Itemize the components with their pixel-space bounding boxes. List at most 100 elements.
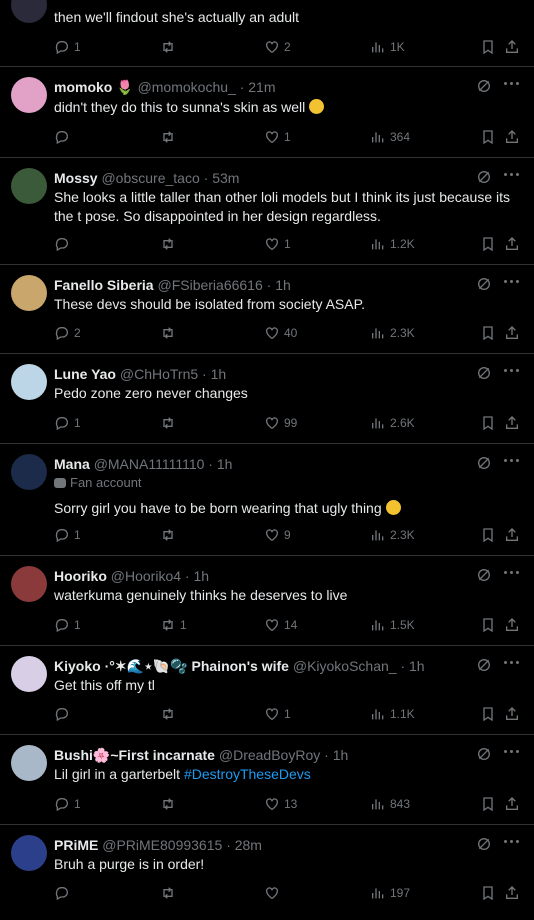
grok-icon[interactable]	[476, 657, 492, 673]
display-name[interactable]: Mana	[54, 456, 90, 472]
tweet[interactable]: Mana @MANA11111110 · 1h Fan account Sorr…	[0, 444, 534, 556]
like-button[interactable]: 40	[264, 324, 297, 342]
reply-button[interactable]	[54, 884, 74, 902]
avatar[interactable]	[11, 0, 47, 23]
share-button[interactable]	[504, 705, 520, 723]
like-button[interactable]: 13	[264, 795, 297, 813]
share-button[interactable]	[504, 235, 520, 253]
timestamp[interactable]: · 1h	[400, 658, 424, 674]
bookmark-button[interactable]	[480, 884, 496, 902]
more-icon[interactable]	[504, 280, 520, 284]
retweet-button[interactable]	[160, 324, 180, 342]
tweet[interactable]: then we'll findout she's actually an adu…	[0, 0, 534, 67]
views-button[interactable]: 1K	[370, 38, 405, 56]
handle[interactable]: @Hooriko4	[111, 568, 181, 584]
avatar[interactable]	[11, 364, 47, 400]
display-name[interactable]: Bushi🌸~First incarnate	[54, 747, 215, 763]
display-name[interactable]: Kiyoko ·°✶🌊⋆🐚🫧 Phainon's wife	[54, 658, 289, 674]
bookmark-button[interactable]	[480, 414, 496, 432]
handle[interactable]: @PRiME80993615	[102, 837, 222, 853]
timestamp[interactable]: · 53m	[204, 170, 240, 186]
more-icon[interactable]	[504, 173, 520, 177]
grok-icon[interactable]	[476, 836, 492, 852]
reply-button[interactable]: 1	[54, 616, 81, 634]
like-button[interactable]: 9	[264, 526, 291, 544]
retweet-button[interactable]	[160, 414, 180, 432]
share-button[interactable]	[504, 795, 520, 813]
reply-button[interactable]: 2	[54, 324, 81, 342]
reply-button[interactable]: 1	[54, 795, 81, 813]
avatar[interactable]	[11, 566, 47, 602]
views-button[interactable]: 1.1K	[370, 705, 415, 723]
like-button[interactable]: 99	[264, 414, 297, 432]
bookmark-button[interactable]	[480, 705, 496, 723]
more-icon[interactable]	[504, 750, 520, 754]
grok-icon[interactable]	[476, 746, 492, 762]
share-button[interactable]	[504, 884, 520, 902]
bookmark-button[interactable]	[480, 235, 496, 253]
views-button[interactable]: 1.2K	[370, 235, 415, 253]
handle[interactable]: @KiyokoSchan_	[293, 658, 397, 674]
like-button[interactable]: 1	[264, 235, 291, 253]
avatar[interactable]	[11, 275, 47, 311]
bookmark-button[interactable]	[480, 526, 496, 544]
more-icon[interactable]	[504, 840, 520, 844]
bookmark-button[interactable]	[480, 324, 496, 342]
timestamp[interactable]: · 1h	[185, 568, 209, 584]
handle[interactable]: @obscure_taco	[101, 170, 199, 186]
tweet[interactable]: PRiME @PRiME80993615 · 28m Bruh a purge …	[0, 825, 534, 920]
grok-icon[interactable]	[476, 455, 492, 471]
retweet-button[interactable]	[160, 235, 180, 253]
tweet[interactable]: Fanello Siberia @FSiberia66616 · 1h Thes…	[0, 265, 534, 354]
handle[interactable]: @FSiberia66616	[157, 277, 262, 293]
bookmark-button[interactable]	[480, 38, 496, 56]
more-icon[interactable]	[504, 459, 520, 463]
more-icon[interactable]	[504, 82, 520, 86]
timestamp[interactable]: · 28m	[226, 837, 262, 853]
reply-button[interactable]: 1	[54, 38, 81, 56]
timestamp[interactable]: · 1h	[324, 747, 348, 763]
retweet-button[interactable]: 1	[160, 616, 187, 634]
handle[interactable]: @MANA11111110	[94, 456, 205, 472]
retweet-button[interactable]	[160, 128, 180, 146]
grok-icon[interactable]	[476, 276, 492, 292]
tweet[interactable]: Mossy @obscure_taco · 53m She looks a li…	[0, 158, 534, 265]
timestamp[interactable]: · 21m	[240, 79, 276, 95]
more-icon[interactable]	[504, 571, 520, 575]
like-button[interactable]: 14	[264, 616, 297, 634]
like-button[interactable]: 2	[264, 38, 291, 56]
share-button[interactable]	[504, 324, 520, 342]
reply-button[interactable]	[54, 235, 74, 253]
share-button[interactable]	[504, 38, 520, 56]
display-name[interactable]: Fanello Siberia	[54, 277, 154, 293]
grok-icon[interactable]	[476, 169, 492, 185]
bookmark-button[interactable]	[480, 616, 496, 634]
views-button[interactable]: 1.5K	[370, 616, 415, 634]
avatar[interactable]	[11, 835, 47, 871]
more-icon[interactable]	[504, 369, 520, 373]
avatar[interactable]	[11, 656, 47, 692]
timestamp[interactable]: · 1h	[202, 366, 226, 382]
handle[interactable]: @momokochu_	[138, 79, 236, 95]
avatar[interactable]	[11, 168, 47, 204]
more-icon[interactable]	[504, 661, 520, 665]
share-button[interactable]	[504, 526, 520, 544]
reply-button[interactable]	[54, 128, 74, 146]
display-name[interactable]: PRiME	[54, 837, 98, 853]
like-button[interactable]	[264, 884, 284, 902]
views-button[interactable]: 197	[370, 884, 410, 902]
retweet-button[interactable]	[160, 795, 180, 813]
reply-button[interactable]: 1	[54, 526, 81, 544]
retweet-button[interactable]	[160, 705, 180, 723]
display-name[interactable]: Mossy	[54, 170, 98, 186]
views-button[interactable]: 2.3K	[370, 324, 415, 342]
views-button[interactable]: 364	[370, 128, 410, 146]
hashtag-link[interactable]: #DestroyTheseDevs	[184, 766, 311, 782]
display-name[interactable]: Hooriko	[54, 568, 107, 584]
reply-button[interactable]	[54, 705, 74, 723]
share-button[interactable]	[504, 128, 520, 146]
tweet[interactable]: Hooriko @Hooriko4 · 1h waterkuma genuine…	[0, 556, 534, 646]
display-name[interactable]: Lune Yao	[54, 366, 116, 382]
tweet[interactable]: Lune Yao @ChHoTrn5 · 1h Pedo zone zero n…	[0, 354, 534, 444]
display-name[interactable]: momoko	[54, 79, 112, 95]
